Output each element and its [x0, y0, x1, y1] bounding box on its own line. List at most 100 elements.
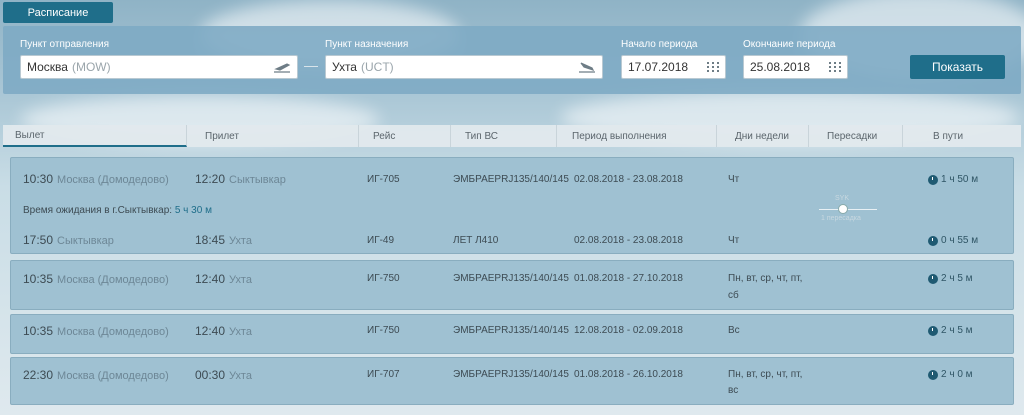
departure-cell: 22:30 Москва (Домодедово): [23, 368, 169, 382]
start-date-value: 17.07.2018: [628, 60, 689, 74]
results-header: Вылет Прилет Рейс Тип ВС Период выполнен…: [3, 125, 1021, 147]
aircraft-type: ЭМБРАЕРRJ135/140/145: [453, 174, 569, 185]
search-panel: Пункт отправления Москва (MOW) Пункт наз…: [3, 26, 1021, 94]
calendar-grid-icon[interactable]: [829, 60, 841, 74]
departure-airport: Москва (Домодедово): [57, 274, 169, 286]
weekdays: Пн, вт, ср, чт, пт,: [728, 369, 803, 380]
duration-value: 2 ч 5 м: [941, 325, 973, 336]
departure-airport: Сыктывкар: [57, 235, 114, 247]
flight-number: ИГ-707: [367, 369, 400, 380]
plane-takeoff-icon: [274, 63, 291, 73]
clock-icon: [928, 235, 938, 246]
flight-number: ИГ-705: [367, 174, 400, 185]
arrival-time: 12:40: [195, 324, 226, 338]
aircraft-type: ЛЕТ Л410: [453, 235, 499, 246]
column-transfers[interactable]: Пересадки: [809, 125, 903, 147]
wait-label: Время ожидания в г.Сыктывкар:: [23, 205, 173, 216]
origin-label: Пункт отправления: [20, 39, 110, 50]
operation-period: 12.08.2018 - 02.09.2018: [574, 325, 683, 336]
flight-card[interactable]: 10:35 Москва (Домодедово) 12:40 Ухта ИГ-75…: [10, 260, 1014, 310]
arrival-time: 12:40: [195, 272, 226, 286]
column-flight[interactable]: Рейс: [359, 125, 451, 147]
departure-airport: Москва (Домодедово): [57, 326, 169, 338]
departure-cell: 10:30 Москва (Домодедово): [23, 172, 169, 186]
arrival-cell: 18:45 Ухта: [195, 233, 252, 247]
clock-icon: [928, 174, 938, 185]
operation-period: 01.08.2018 - 27.10.2018: [574, 273, 683, 284]
end-date-value: 25.08.2018: [750, 60, 811, 74]
route-separator: [304, 66, 318, 67]
column-arrival[interactable]: Прилет: [187, 125, 359, 147]
clock-icon: [928, 325, 938, 336]
departure-time: 10:35: [23, 324, 54, 338]
arrival-airport: Ухта: [229, 274, 252, 286]
calendar-grid-icon[interactable]: [707, 60, 719, 74]
departure-airport: Москва (Домодедово): [57, 174, 169, 186]
weekdays: Чт: [728, 174, 740, 185]
departure-time: 17:50: [23, 233, 54, 247]
arrival-time: 00:30: [195, 368, 226, 382]
destination-label: Пункт назначения: [325, 39, 409, 50]
arrival-cell: 12:40 Ухта: [195, 324, 252, 338]
flight-card[interactable]: 22:30 Москва (Домодедово) 00:30 Ухта ИГ-70…: [10, 357, 1014, 405]
aircraft-type: ЭМБРАЕРRJ135/140/145: [453, 325, 569, 336]
wait-time: Время ожидания в г.Сыктывкар: 5 ч 30 м: [23, 205, 212, 216]
arrival-cell: 00:30 Ухта: [195, 368, 252, 382]
operation-period: 02.08.2018 - 23.08.2018: [574, 174, 683, 185]
origin-code: (MOW): [71, 60, 111, 74]
duration-value: 2 ч 5 м: [941, 273, 973, 284]
arrival-airport: Ухта: [229, 370, 252, 382]
clock-icon: [928, 369, 938, 380]
flight-number: ИГ-750: [367, 325, 400, 336]
weekdays: Чт: [728, 235, 740, 246]
duration-value: 1 ч 50 м: [941, 174, 979, 185]
show-button[interactable]: Показать: [910, 55, 1005, 79]
destination-city: Ухта: [332, 60, 357, 74]
clock-icon: [928, 273, 938, 284]
wait-value: 5 ч 30 м: [174, 205, 212, 216]
duration-value: 2 ч 0 м: [941, 369, 973, 380]
column-departure[interactable]: Вылет: [3, 125, 187, 147]
end-date-field[interactable]: 25.08.2018: [743, 55, 848, 79]
column-duration[interactable]: В пути: [903, 125, 1021, 147]
column-period[interactable]: Период выполнения: [557, 125, 717, 147]
transfer-point: [838, 204, 848, 214]
departure-time: 22:30: [23, 368, 54, 382]
transfer-airport: SYK: [835, 195, 850, 202]
duration: 2 ч 5 м: [928, 273, 973, 284]
column-weekdays[interactable]: Дни недели: [717, 125, 809, 147]
departure-cell: 10:35 Москва (Домодедово): [23, 324, 169, 338]
weekdays: Пн, вт, ср, чт, пт,: [728, 273, 803, 284]
aircraft-type: ЭМБРАЕРRJ135/140/145: [453, 369, 569, 380]
departure-time: 10:30: [23, 172, 54, 186]
arrival-cell: 12:40 Ухта: [195, 272, 252, 286]
arrival-airport: Сыктывкар: [229, 174, 286, 186]
duration: 0 ч 55 м: [928, 235, 978, 246]
operation-period: 02.08.2018 - 23.08.2018: [574, 235, 683, 246]
departure-time: 10:35: [23, 272, 54, 286]
departure-airport: Москва (Домодедово): [57, 370, 169, 382]
operation-period: 01.08.2018 - 26.10.2018: [574, 369, 683, 380]
weekdays-continued: сб: [728, 290, 739, 301]
arrival-cell: 12:20 Сыктывкар: [195, 172, 286, 186]
arrival-time: 18:45: [195, 233, 226, 247]
weekdays: Вс: [728, 325, 740, 336]
transfer-line: [819, 209, 877, 210]
arrival-airport: Ухта: [229, 326, 252, 338]
weekdays-continued: вс: [728, 385, 739, 396]
departure-cell: 10:35 Москва (Домодедово): [23, 272, 169, 286]
departure-cell: 17:50 Сыктывкар: [23, 233, 114, 247]
arrival-airport: Ухта: [229, 235, 252, 247]
duration: 2 ч 5 м: [928, 325, 973, 336]
destination-code: (UCT): [360, 60, 394, 74]
destination-field[interactable]: Ухта (UCT): [325, 55, 603, 79]
flight-card[interactable]: 10:30 Москва (Домодедово) 12:20 Сыктывкар …: [10, 157, 1014, 254]
origin-field[interactable]: Москва (MOW): [20, 55, 298, 79]
tab-schedule[interactable]: Расписание: [3, 2, 113, 23]
column-aircraft[interactable]: Тип ВС: [451, 125, 557, 147]
aircraft-type: ЭМБРАЕРRJ135/140/145: [453, 273, 569, 284]
duration: 2 ч 0 м: [928, 369, 973, 380]
flight-card[interactable]: 10:35 Москва (Домодедово) 12:40 Ухта ИГ-75…: [10, 314, 1014, 354]
start-date-field[interactable]: 17.07.2018: [621, 55, 726, 79]
duration-value: 0 ч 55 м: [941, 235, 979, 246]
